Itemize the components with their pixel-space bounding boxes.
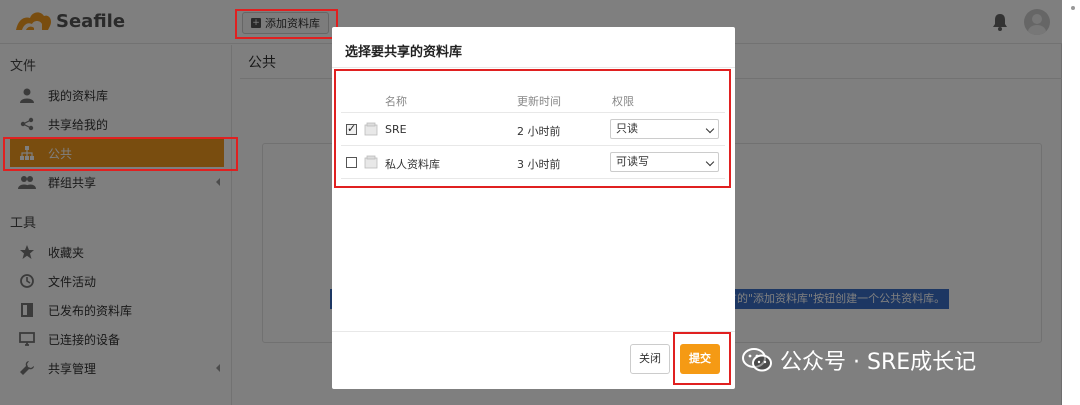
watermark-text: 公众号 · SRE成长记	[780, 350, 977, 375]
annotation-box-public	[3, 137, 238, 171]
close-button[interactable]: 关闭	[630, 344, 670, 374]
divider	[332, 67, 735, 68]
annotation-box-submit	[673, 332, 731, 385]
annotation-box-add-library	[235, 9, 338, 39]
watermark: 公众号 · SRE成长记	[742, 344, 976, 376]
wechat-icon	[742, 348, 772, 372]
annotation-box-library-table	[334, 69, 731, 188]
edge-dot	[1071, 6, 1075, 10]
dialog-title: 选择要共享的资料库	[345, 45, 463, 60]
